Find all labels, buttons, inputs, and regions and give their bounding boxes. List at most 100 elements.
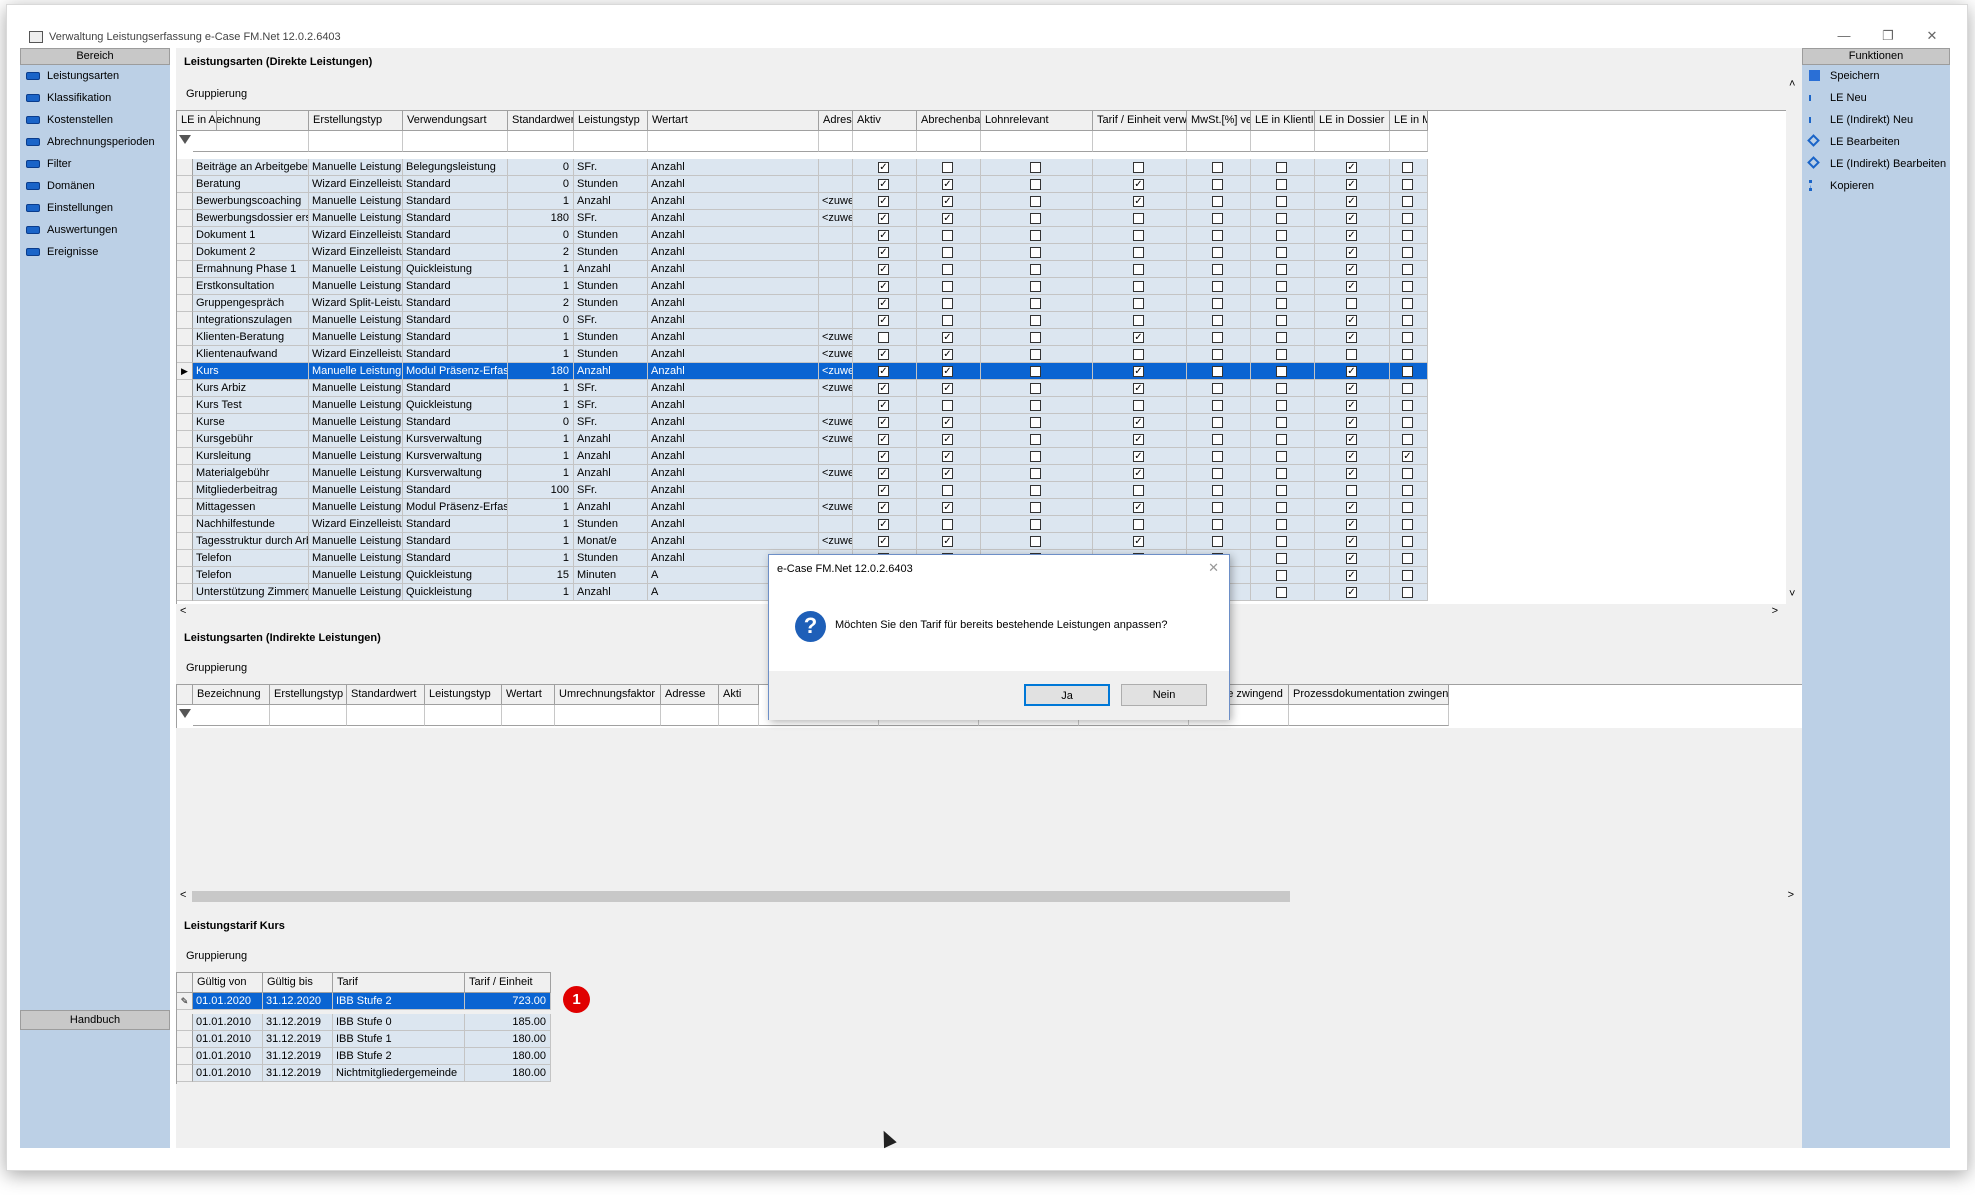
row-header[interactable] [177,346,193,363]
column-header[interactable]: Standardwert [347,685,425,705]
cell-e[interactable]: Manuelle Leistung [309,210,403,227]
tarif-row[interactable]: ✎ 01.01.2020 31.12.2020 IBB Stufe 2 723.00 [177,993,551,1010]
cell-w[interactable]: Anzahl [648,414,819,431]
checkbox-checked[interactable]: ✓ [878,451,889,462]
cell-t[interactable]: Anzahl [574,448,648,465]
checkbox-unchecked[interactable] [1030,196,1041,207]
row-header[interactable] [177,448,193,465]
cell-v[interactable]: Standard [403,533,508,550]
cell-s[interactable]: 1 [508,397,574,414]
cell-e[interactable]: Manuelle Leistung [309,363,403,380]
filter-cell[interactable] [270,705,347,726]
checkbox-unchecked[interactable] [1276,417,1287,428]
row-header[interactable] [177,210,193,227]
checkbox-unchecked[interactable] [1030,349,1041,360]
cell-e[interactable]: Wizard Split-Leistung [309,295,403,312]
checkbox-checked[interactable]: ✓ [1346,553,1357,564]
cell-a[interactable] [819,448,853,465]
cell-v[interactable]: Standard [403,244,508,261]
cell-w[interactable]: Anzahl [648,431,819,448]
cell-b[interactable]: Erstkonsultation [193,278,309,295]
cell-s[interactable]: 1 [508,329,574,346]
column-header[interactable]: Abrechenbar [917,111,981,131]
row-header[interactable] [177,244,193,261]
filter-cell[interactable] [917,131,981,152]
cell-w[interactable]: Anzahl [648,312,819,329]
row-header[interactable] [177,397,193,414]
row-header[interactable] [177,1014,193,1031]
checkbox-unchecked[interactable] [1212,196,1223,207]
column-header[interactable]: Standardwert [508,111,574,131]
cell-s[interactable]: 2 [508,295,574,312]
filter-cell[interactable] [193,705,270,726]
row-header[interactable] [177,312,193,329]
cell-a[interactable]: <zuweisende Stelle von Dossier> [819,431,853,448]
row-header[interactable] [177,1031,193,1048]
cell-bis[interactable]: 31.12.2020 [263,993,333,1010]
column-header[interactable]: Prozessdokumentation zwingend [1289,685,1449,705]
checkbox-unchecked[interactable] [1030,400,1041,411]
column-header[interactable]: Erstellungstyp [309,111,403,131]
checkbox-unchecked[interactable] [1276,162,1287,173]
checkbox-checked[interactable]: ✓ [878,536,889,547]
cell-b[interactable]: Mitgliederbeitrag [193,482,309,499]
cell-b[interactable]: Dokument 2 [193,244,309,261]
checkbox-unchecked[interactable] [1276,434,1287,445]
cell-s[interactable]: 1 [508,465,574,482]
direct-services-grid[interactable]: Bezeichnung Erstellungstyp Verwendungsart S… [176,110,1786,604]
cell-e[interactable]: Manuelle Leistung [309,414,403,431]
filter-cell[interactable] [661,705,719,726]
cell-t[interactable]: SFr. [574,159,648,176]
checkbox-checked[interactable]: ✓ [878,519,889,530]
cell-e[interactable]: Manuelle Leistung [309,380,403,397]
cell-t[interactable]: SFr. [574,210,648,227]
scroll-right-icon[interactable]: > [1772,605,1778,617]
checkbox-unchecked[interactable] [1212,315,1223,326]
cell-a[interactable] [819,261,853,278]
nav-item-4[interactable]: Filter [20,153,170,175]
checkbox-unchecked[interactable] [1212,366,1223,377]
cell-s[interactable]: 1 [508,448,574,465]
checkbox-unchecked[interactable] [1030,536,1041,547]
checkbox-unchecked[interactable] [1276,502,1287,513]
cell-e[interactable]: Manuelle Leistung [309,584,403,601]
row-header[interactable] [177,533,193,550]
indirect-grouping-label[interactable]: Gruppierung [186,662,247,674]
cell-b[interactable]: Gruppengespräch [193,295,309,312]
cell-s[interactable]: 0 [508,227,574,244]
filter-cell[interactable] [648,131,819,152]
checkbox-unchecked[interactable] [1276,553,1287,564]
cell-a[interactable] [819,159,853,176]
cell-a[interactable] [819,482,853,499]
cell-s[interactable]: 1 [508,584,574,601]
checkbox-unchecked[interactable] [1133,315,1144,326]
checkbox-checked[interactable]: ✓ [1346,434,1357,445]
checkbox-unchecked[interactable] [1030,434,1041,445]
checkbox-unchecked[interactable] [1030,468,1041,479]
checkbox-unchecked[interactable] [1276,264,1287,275]
checkbox-unchecked[interactable] [1276,468,1287,479]
table-row[interactable]: Erstkonsultation Manuelle Leistung Standar… [177,278,1428,295]
cell-v[interactable]: Standard [403,380,508,397]
checkbox-unchecked[interactable] [1030,230,1041,241]
checkbox-checked[interactable]: ✓ [942,383,953,394]
nav-item-7[interactable]: Auswertungen [20,219,170,241]
checkbox-unchecked[interactable] [1133,281,1144,292]
cell-t[interactable]: Stunden [574,278,648,295]
cell-v[interactable]: Belegungsleistung [403,159,508,176]
table-row[interactable]: Bewerbungscoaching Manuelle Leistung Stand… [177,193,1428,210]
cell-b[interactable]: Unterstützung Zimmerordnu... [193,584,309,601]
cell-tarif[interactable]: IBB Stufe 1 [333,1031,465,1048]
minimize-button[interactable]: — [1829,27,1859,45]
checkbox-checked[interactable]: ✓ [942,332,953,343]
cell-s[interactable]: 1 [508,499,574,516]
cell-b[interactable]: Bewerbungscoaching [193,193,309,210]
column-header[interactable]: Bezeichnung [193,685,270,705]
cell-w[interactable]: Anzahl [648,499,819,516]
cell-e[interactable]: Manuelle Leistung [309,448,403,465]
checkbox-checked[interactable]: ✓ [1346,162,1357,173]
checkbox-checked[interactable]: ✓ [878,383,889,394]
cell-t[interactable]: Anzahl [574,584,648,601]
checkbox-checked[interactable]: ✓ [878,162,889,173]
cell-v[interactable]: Standard [403,329,508,346]
